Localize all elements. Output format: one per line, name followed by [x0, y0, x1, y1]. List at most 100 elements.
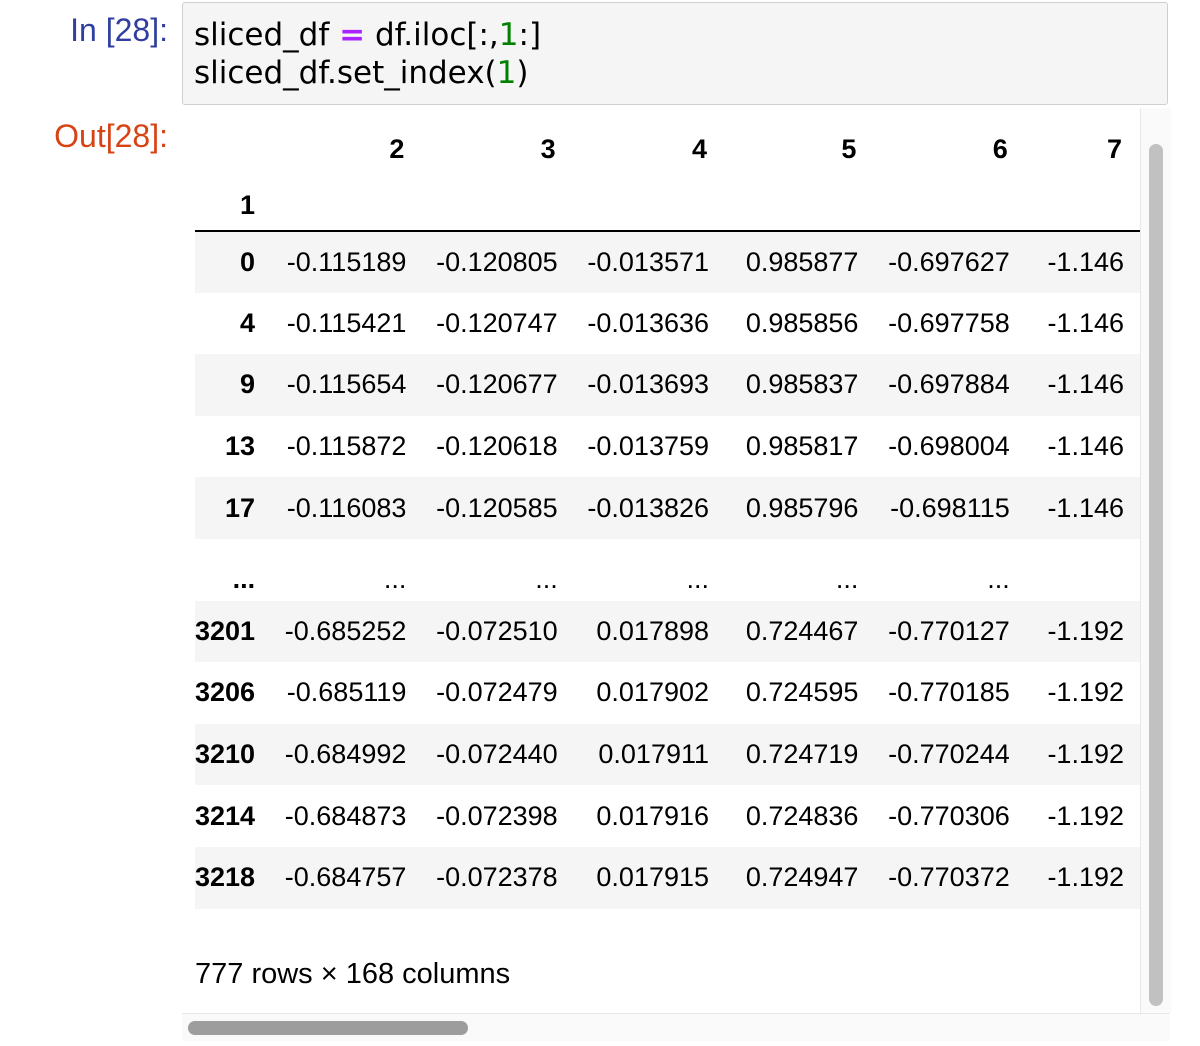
- table-cell: -1.192: [1047, 800, 1124, 831]
- table-row: 3210 -0.684992 -0.072440 0.017911 0.724719 -0…: [195, 723, 1140, 786]
- table-cell: 0.017915: [596, 862, 710, 893]
- table-cell: -0.013571: [587, 246, 710, 277]
- table-cell: -0.698004: [888, 431, 1010, 462]
- table-cell: -0.013826: [587, 492, 710, 523]
- table-cell: -0.116083: [286, 492, 407, 523]
- table-cell: 0.017911: [598, 739, 710, 770]
- table-cell: ...: [535, 563, 558, 594]
- row-index: 17: [225, 492, 256, 523]
- code-token-var: sliced_df: [194, 17, 330, 53]
- table-cell: -0.770185: [888, 677, 1010, 708]
- table-row: 3201 -0.685252 -0.072510 0.017898 0.724467 -0…: [195, 600, 1140, 663]
- table-cell: -0.072440: [436, 739, 558, 770]
- vertical-scrollbar-thumb[interactable]: [1149, 144, 1163, 1006]
- table-cell: -0.684873: [284, 800, 407, 831]
- ellipsis-row: ..................: [195, 539, 1140, 601]
- row-index: 4: [240, 307, 256, 338]
- column-header: 3: [540, 133, 556, 164]
- row-index: 13: [225, 431, 256, 462]
- input-prompt: In [28]:: [70, 12, 168, 48]
- code-input-cell[interactable]: sliced_df = df.iloc[:,1:] sliced_df.set_…: [182, 2, 1168, 105]
- table-cell: -1.192: [1047, 615, 1124, 646]
- table-row: 17 -0.116083 -0.120585 -0.013826 0.985796 -0.…: [195, 477, 1140, 539]
- table-cell: -0.013759: [587, 431, 710, 462]
- table-row: 3206 -0.685119 -0.072479 0.017902 0.724595 -0…: [195, 662, 1140, 724]
- row-index: ...: [232, 563, 256, 594]
- dataframe-viewport: 2 3 4 5 6 7 1 0 -0.115189 -0.120805 -0.0135…: [195, 108, 1140, 920]
- table-cell: -1.146: [1047, 369, 1124, 400]
- table-row: 4 -0.115421 -0.120747 -0.013636 0.985856 -0.6…: [195, 293, 1140, 355]
- table-cell: 0.985817: [745, 431, 859, 462]
- table-cell: 0.017902: [596, 677, 710, 708]
- vertical-scrollbar[interactable]: [1140, 108, 1171, 1013]
- table-cell: -1.192: [1047, 677, 1124, 708]
- table-row: 3214 -0.684873 -0.072398 0.017916 0.724836 -0…: [195, 785, 1140, 847]
- table-cell: 0.724595: [745, 677, 859, 708]
- table-cell: -1.146: [1047, 246, 1124, 277]
- table-cell: ...: [987, 563, 1010, 594]
- row-index: 0: [240, 246, 256, 277]
- table-cell: -0.120585: [436, 492, 558, 523]
- table-cell: -0.684992: [284, 739, 407, 770]
- code-line-1: sliced_df = df.iloc[:,1:]: [194, 17, 541, 53]
- code-token-assign-operator: =: [339, 17, 366, 53]
- output-area: 2 3 4 5 6 7 1 0 -0.115189 -0.120805 -0.0135…: [182, 108, 1171, 1041]
- code-token-slice-end: :]: [518, 17, 542, 53]
- table-cell: 0.017898: [596, 615, 710, 646]
- index-name-row: 1: [195, 190, 1140, 231]
- column-header: 2: [389, 133, 405, 164]
- column-header-row: 2 3 4 5 6 7: [195, 108, 1140, 190]
- table-cell: -0.115872: [286, 431, 407, 462]
- table-cell: -0.697758: [888, 307, 1010, 338]
- table-cell: -0.120747: [436, 307, 558, 338]
- table-cell: -0.770306: [888, 800, 1010, 831]
- table-cell: -0.684757: [284, 862, 407, 893]
- row-index: 3201: [195, 615, 256, 646]
- table-cell: -0.072510: [436, 615, 558, 646]
- table-cell: 0.985837: [745, 369, 859, 400]
- dataframe-shape: 777 rows × 168 columns: [195, 958, 511, 990]
- table-cell: ...: [686, 563, 710, 594]
- table-cell: -0.685119: [286, 677, 407, 708]
- table-cell: -0.770244: [888, 739, 1010, 770]
- table-cell: -0.120618: [436, 431, 558, 462]
- table-cell: -0.685252: [284, 615, 407, 646]
- table-cell: 0.985877: [745, 246, 859, 277]
- row-index: 3206: [195, 677, 256, 708]
- code-token-close-paren: ): [516, 55, 529, 91]
- table-cell: -0.120677: [436, 369, 558, 400]
- table-cell: -0.698115: [890, 492, 1010, 523]
- dataframe-table: 2 3 4 5 6 7 1 0 -0.115189 -0.120805 -0.0135…: [195, 108, 1140, 909]
- table-cell: -1.192: [1047, 739, 1124, 770]
- table-cell: 0.985796: [745, 492, 859, 523]
- code-line-2: sliced_df.set_index(1): [194, 55, 529, 91]
- output-prompt: Out[28]:: [54, 118, 168, 154]
- table-cell: -0.120805: [436, 246, 558, 277]
- table-row: 9 -0.115654 -0.120677 -0.013693 0.985837 -0.6…: [195, 354, 1140, 416]
- table-cell: ...: [383, 563, 407, 594]
- table-row: 13 -0.115872 -0.120618 -0.013759 0.985817 -0.…: [195, 416, 1140, 478]
- table-cell: -0.072479: [436, 677, 558, 708]
- table-cell: 0.017916: [596, 800, 710, 831]
- column-header: 4: [691, 133, 708, 164]
- table-cell: -0.697884: [888, 369, 1010, 400]
- horizontal-scrollbar[interactable]: [182, 1013, 1170, 1041]
- column-header: 6: [992, 133, 1008, 164]
- table-cell: -0.115189: [286, 246, 407, 277]
- table-cell: -1.146: [1047, 307, 1124, 338]
- horizontal-scrollbar-thumb[interactable]: [188, 1021, 468, 1035]
- table-cell: -0.013636: [587, 307, 710, 338]
- table-cell: -0.770127: [888, 615, 1010, 646]
- column-header: 7: [1106, 133, 1122, 164]
- column-header: 5: [841, 133, 857, 164]
- table-cell: -0.770372: [888, 862, 1010, 893]
- table-cell: -1.146: [1047, 431, 1124, 462]
- code-token-number: 1: [498, 17, 519, 53]
- table-cell: 0.724836: [745, 800, 859, 831]
- table-cell: -1.192: [1047, 862, 1124, 893]
- table-cell: -1.146: [1047, 492, 1124, 523]
- header-corner: [195, 108, 271, 190]
- table-cell: [1026, 539, 1140, 601]
- row-index: 3214: [195, 800, 256, 831]
- code-token-iloc: df.iloc[:,: [374, 17, 499, 53]
